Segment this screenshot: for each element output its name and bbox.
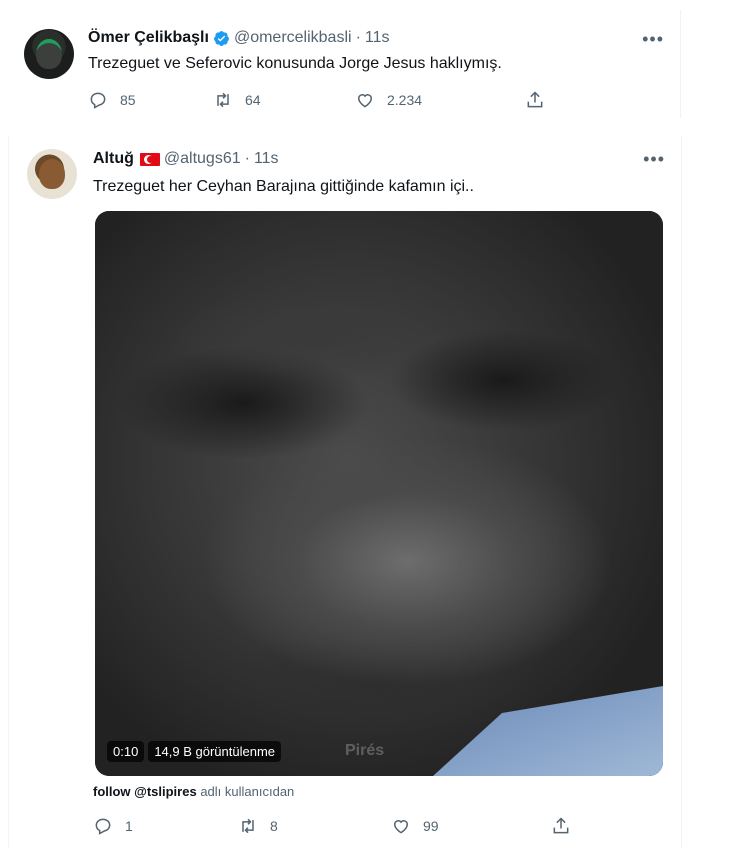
reply-count: 1	[125, 818, 133, 834]
retweet-icon	[242, 818, 254, 834]
turkey-flag-icon	[139, 152, 160, 166]
tweet-1[interactable]: Ömer Çelikbaşlı @omercelikbasli · 11s ••…	[8, 10, 681, 118]
retweet-button[interactable]: 8	[238, 816, 391, 836]
video-watermark: Pirés	[345, 742, 385, 759]
like-button[interactable]: 99	[391, 816, 551, 836]
reply-button[interactable]: 85	[88, 90, 213, 110]
reply-count: 85	[120, 92, 136, 108]
attribution-user[interactable]: follow @tslipires	[93, 784, 197, 799]
tweet-actions: 85 64 2.234	[88, 90, 545, 110]
media-attribution: follow @tslipires adlı kullanıcıdan	[93, 784, 294, 799]
retweet-count: 8	[270, 818, 278, 834]
share-icon	[553, 817, 569, 834]
video-duration: 0:10	[107, 740, 145, 762]
share-button[interactable]	[525, 90, 545, 110]
video-info-badge: 0:10 14,9 B görüntülenme	[107, 739, 285, 763]
retweet-icon	[217, 92, 229, 108]
timestamp[interactable]: 11s	[254, 150, 279, 168]
video-player[interactable]: 0:10 14,9 B görüntülenme Pirés	[95, 211, 663, 776]
more-icon[interactable]: •••	[643, 150, 665, 168]
retweet-count: 64	[245, 92, 261, 108]
avatar[interactable]	[24, 29, 74, 79]
more-icon[interactable]: •••	[642, 30, 664, 48]
tweet-header: Ömer Çelikbaşlı @omercelikbasli · 11s	[88, 29, 390, 47]
avatar[interactable]	[27, 149, 77, 199]
separator-dot: ·	[355, 29, 361, 46]
display-name[interactable]: Altuğ	[93, 150, 134, 168]
handle[interactable]: @omercelikbasli	[234, 29, 352, 47]
like-icon	[393, 820, 409, 834]
video-views: 14,9 B görüntülenme	[148, 740, 282, 762]
like-icon	[357, 94, 373, 108]
tweet-actions: 1 8 99	[93, 816, 571, 836]
tweet-text: Trezeguet ve Seferovic konusunda Jorge J…	[88, 55, 502, 72]
like-count: 99	[423, 818, 439, 834]
tweet-2[interactable]: Altuğ @altugs61 · 11s ••• Trezeguet her …	[8, 136, 682, 848]
display-name[interactable]: Ömer Çelikbaşlı	[88, 29, 209, 47]
attribution-suffix: adlı kullanıcıdan	[200, 784, 295, 799]
share-icon	[527, 91, 543, 108]
tweet-text: Trezeguet her Ceyhan Barajına gittiğinde…	[93, 178, 474, 195]
reply-icon	[95, 818, 111, 835]
timestamp[interactable]: 11s	[365, 29, 390, 47]
tweet-header: Altuğ @altugs61 · 11s	[93, 150, 279, 168]
video-frame	[95, 211, 663, 776]
reply-button[interactable]: 1	[93, 816, 238, 836]
separator-dot: ·	[244, 150, 250, 167]
verified-badge-icon	[214, 30, 229, 46]
retweet-button[interactable]: 64	[213, 90, 355, 110]
like-button[interactable]: 2.234	[355, 90, 525, 110]
handle[interactable]: @altugs61	[164, 150, 241, 168]
like-count: 2.234	[387, 92, 423, 108]
share-button[interactable]	[551, 816, 571, 836]
reply-icon	[90, 92, 106, 109]
